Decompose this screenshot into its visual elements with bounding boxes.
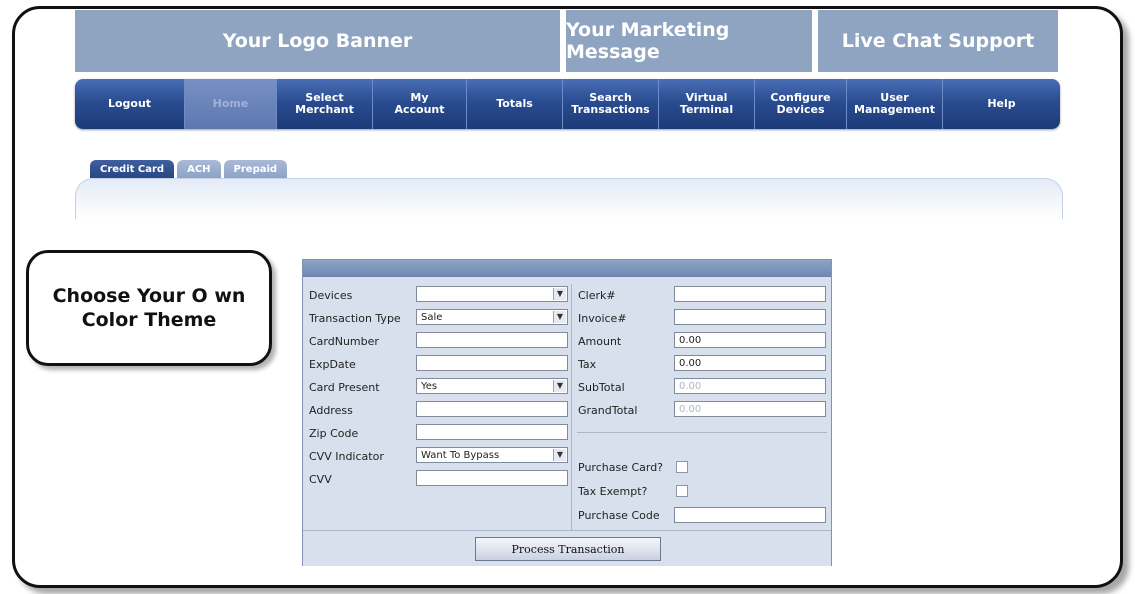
chevron-down-icon: ▼ [553, 380, 566, 392]
nav-label: My Account [394, 91, 445, 116]
nav-label: Home [212, 97, 249, 110]
process-transaction-button[interactable]: Process Transaction [475, 537, 661, 561]
zip-code-input[interactable] [416, 424, 568, 440]
nav-label: Select Merchant [295, 91, 354, 116]
logo-banner: Your Logo Banner [75, 10, 560, 72]
card-present-label: Card Present [309, 380, 380, 394]
purchase-code-label: Purchase Code [578, 508, 660, 522]
tax-input[interactable]: 0.00 [674, 355, 826, 371]
tab-credit-card[interactable]: Credit Card [90, 160, 175, 178]
chevron-down-icon: ▼ [553, 449, 566, 461]
tab-prepaid[interactable]: Prepaid [223, 160, 288, 178]
nav-label: User Management [854, 91, 935, 116]
address-input[interactable] [416, 401, 568, 417]
card-number-label: CardNumber [309, 334, 379, 348]
callout-line-1: Choose Your O wn [52, 285, 246, 307]
nav-label: Configure Devices [770, 91, 831, 116]
grandtotal-input: 0.00 [674, 401, 826, 417]
nav-label: Logout [107, 97, 152, 110]
tax-exempt-checkbox[interactable] [676, 485, 688, 497]
nav-user-management[interactable]: User Management [847, 79, 943, 129]
cvv-indicator-value: Want To Bypass [421, 450, 500, 461]
tax-label: Tax [578, 357, 597, 371]
live-chat-banner[interactable]: Live Chat Support [818, 10, 1058, 72]
nav-my-account[interactable]: My Account [373, 79, 467, 129]
nav-virtual-terminal[interactable]: Virtual Terminal [659, 79, 755, 129]
transaction-type-select[interactable]: Sale ▼ [416, 309, 568, 325]
subtotal-label: SubTotal [578, 380, 625, 394]
nav-label: Virtual Terminal [679, 91, 734, 116]
nav-label: Totals [496, 97, 533, 110]
nav-configure-devices[interactable]: Configure Devices [755, 79, 847, 129]
transaction-type-value: Sale [421, 312, 443, 323]
main-nav: Logout Home Select Merchant My Account T… [75, 79, 1060, 129]
totals-divider [577, 432, 827, 433]
form-header [303, 260, 831, 277]
nav-select-merchant[interactable]: Select Merchant [277, 79, 373, 129]
nav-label: Help [987, 97, 1016, 110]
purchase-card-label: Purchase Card? [578, 460, 664, 474]
transaction-type-label: Transaction Type [309, 311, 401, 325]
exp-date-label: ExpDate [309, 357, 356, 371]
nav-logout[interactable]: Logout [75, 79, 185, 129]
nav-home[interactable]: Home [185, 79, 277, 129]
subtotal-input: 0.00 [674, 378, 826, 394]
card-present-select[interactable]: Yes ▼ [416, 378, 568, 394]
nav-label: Search Transactions [571, 91, 650, 116]
zip-code-label: Zip Code [309, 426, 359, 440]
card-present-value: Yes [421, 381, 438, 392]
devices-select[interactable]: ▼ [416, 286, 568, 302]
cvv-indicator-label: CVV Indicator [309, 449, 384, 463]
callout-line-2: Color Theme [81, 309, 217, 331]
chevron-down-icon: ▼ [553, 311, 566, 323]
tab-panel [75, 178, 1063, 219]
nav-search-transactions[interactable]: Search Transactions [563, 79, 659, 129]
cvv-indicator-select[interactable]: Want To Bypass ▼ [416, 447, 568, 463]
tax-exempt-label: Tax Exempt? [578, 484, 648, 498]
exp-date-input[interactable] [416, 355, 568, 371]
address-label: Address [309, 403, 353, 417]
nav-help[interactable]: Help [943, 79, 1060, 129]
invoice-input[interactable] [674, 309, 826, 325]
amount-label: Amount [578, 334, 622, 348]
clerk-label: Clerk# [578, 288, 616, 302]
amount-input[interactable]: 0.00 [674, 332, 826, 348]
transaction-form: Devices ▼ Transaction Type Sale ▼ CardNum… [302, 259, 832, 566]
nav-totals[interactable]: Totals [467, 79, 563, 129]
form-column-divider [571, 284, 572, 530]
invoice-label: Invoice# [578, 311, 627, 325]
payment-tabs: Credit Card ACH Prepaid [90, 160, 288, 178]
form-footer: Process Transaction [303, 530, 831, 566]
purchase-card-checkbox[interactable] [676, 461, 688, 473]
marketing-banner: Your Marketing Message [566, 10, 812, 72]
chevron-down-icon: ▼ [553, 288, 566, 300]
purchase-code-input[interactable] [674, 507, 826, 523]
color-theme-callout: Choose Your O wn Color Theme [26, 250, 272, 366]
cvv-input[interactable] [416, 470, 568, 486]
cvv-label: CVV [309, 472, 332, 486]
clerk-input[interactable] [674, 286, 826, 302]
tab-ach[interactable]: ACH [177, 160, 221, 178]
devices-label: Devices [309, 288, 353, 302]
grandtotal-label: GrandTotal [578, 403, 638, 417]
card-number-input[interactable] [416, 332, 568, 348]
